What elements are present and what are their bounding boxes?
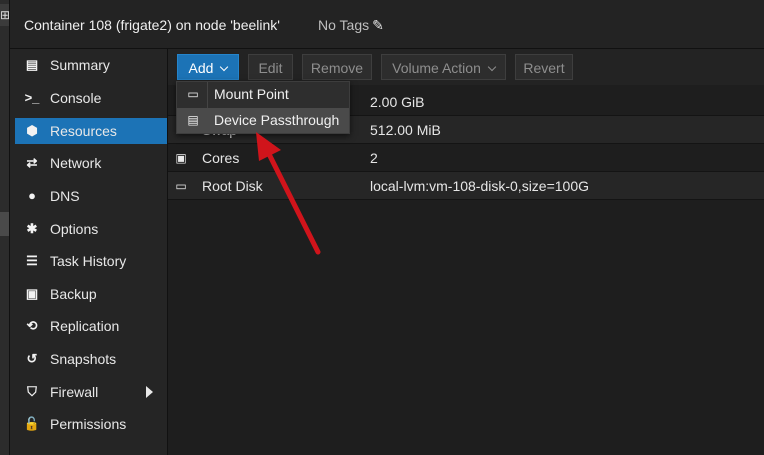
retweet-icon: ⟲: [26, 318, 38, 333]
edit-button[interactable]: Edit: [248, 54, 293, 80]
sidebar-item-task-history[interactable]: ☰ Task History: [15, 248, 167, 274]
header-bar: Container 108 (frigate2) on node 'beelin…: [10, 0, 764, 49]
sidebar-item-label: Console: [50, 90, 102, 106]
add-button[interactable]: Add: [177, 54, 239, 80]
row-value: local-lvm:vm-108-disk-0,size=100G: [370, 178, 590, 194]
sidebar-item-label: Summary: [50, 57, 110, 73]
unlock-icon: 🔓: [23, 416, 41, 431]
table-row[interactable]: ▣ Cores 2: [168, 144, 764, 172]
hdd-icon: ▭: [175, 179, 187, 193]
table-row[interactable]: ▭ Root Disk local-lvm:vm-108-disk-0,size…: [168, 172, 764, 200]
sidebar-item-firewall[interactable]: ⛉ Firewall: [15, 379, 167, 405]
cpu-icon: ▣: [175, 151, 187, 165]
collapse-tab-icon[interactable]: ⊞: [0, 4, 10, 26]
sidebar-item-label: Firewall: [50, 384, 99, 400]
edit-button-label: Edit: [258, 60, 283, 76]
remove-button[interactable]: Remove: [302, 54, 372, 80]
chevron-down-icon: [220, 62, 229, 72]
sidebar-item-label: Replication: [50, 318, 120, 334]
left-panel-strip: ⊞: [0, 0, 10, 455]
menu-item-device-passthrough[interactable]: ▤ Device Passthrough: [177, 108, 349, 133]
volume-action-button[interactable]: Volume Action: [381, 54, 506, 80]
sidebar-item-resources[interactable]: ⬢ Resources: [15, 118, 167, 144]
pencil-icon[interactable]: ✎: [372, 17, 384, 34]
list-icon: ☰: [26, 253, 38, 268]
row-value: 2: [370, 150, 378, 166]
sidebar-item-permissions[interactable]: 🔓 Permissions: [15, 411, 167, 437]
row-value: 2.00 GiB: [370, 94, 425, 110]
expand-arrow-icon[interactable]: [146, 386, 153, 398]
volume-action-label: Volume Action: [392, 60, 481, 76]
hdd-icon: ▭: [187, 87, 199, 101]
exchange-icon: ⇄: [26, 155, 38, 170]
menu-item-label: Device Passthrough: [214, 112, 340, 128]
tags-area[interactable]: No Tags ✎: [318, 17, 384, 34]
menu-item-label: Mount Point: [214, 86, 289, 102]
shield-icon: ⛉: [27, 384, 37, 399]
sidebar-item-label: DNS: [50, 188, 80, 204]
tags-label: No Tags: [318, 17, 370, 33]
toolbar: Add Edit Remove Volume Action Revert: [168, 49, 764, 85]
revert-button[interactable]: Revert: [515, 54, 573, 80]
sidebar-item-dns[interactable]: ● DNS: [15, 183, 167, 209]
sidebar-item-summary[interactable]: ▤ Summary: [15, 52, 167, 78]
sidebar-item-options[interactable]: ✱ Options: [15, 216, 167, 242]
row-value: 512.00 MiB: [370, 122, 441, 138]
sidebar-item-label: Options: [50, 221, 99, 237]
menu-item-mount-point[interactable]: ▭ Mount Point: [177, 82, 349, 107]
sidebar: ▤ Summary >_ Console ⬢ Resources ⇄ Netwo…: [10, 49, 168, 455]
terminal-icon: >_: [24, 90, 40, 105]
gear-icon: ✱: [26, 221, 38, 236]
row-key: Root Disk: [202, 178, 263, 194]
globe-icon: ●: [28, 188, 36, 203]
row-key: Cores: [202, 150, 240, 166]
sidebar-item-console[interactable]: >_ Console: [15, 85, 167, 111]
sidebar-item-snapshots[interactable]: ↺ Snapshots: [15, 346, 167, 372]
sidebar-item-label: Task History: [50, 253, 127, 269]
chevron-down-icon: [487, 62, 497, 72]
remove-button-label: Remove: [310, 60, 364, 76]
cube-icon: ⬢: [26, 123, 38, 138]
revert-button-label: Revert: [523, 60, 565, 76]
history-icon: ↺: [26, 351, 38, 366]
sidebar-item-backup[interactable]: ▣ Backup: [15, 281, 167, 307]
device-icon: ▤: [187, 113, 199, 127]
sidebar-item-label: Backup: [50, 286, 97, 302]
sidebar-item-network[interactable]: ⇄ Network: [15, 150, 167, 176]
sidebar-item-label: Permissions: [50, 416, 127, 432]
floppy-icon: ▣: [25, 286, 39, 301]
sidebar-item-label: Network: [50, 155, 102, 171]
add-dropdown-menu: ▭ Mount Point ▤ Device Passthrough: [176, 81, 350, 134]
book-icon: ▤: [25, 57, 39, 72]
sidebar-item-replication[interactable]: ⟲ Replication: [15, 313, 167, 339]
sidebar-item-label: Snapshots: [50, 351, 117, 367]
add-button-label: Add: [188, 60, 214, 76]
sidebar-item-label: Resources: [50, 123, 117, 139]
page-title: Container 108 (frigate2) on node 'beelin…: [24, 17, 280, 33]
resize-handle[interactable]: [0, 212, 9, 236]
